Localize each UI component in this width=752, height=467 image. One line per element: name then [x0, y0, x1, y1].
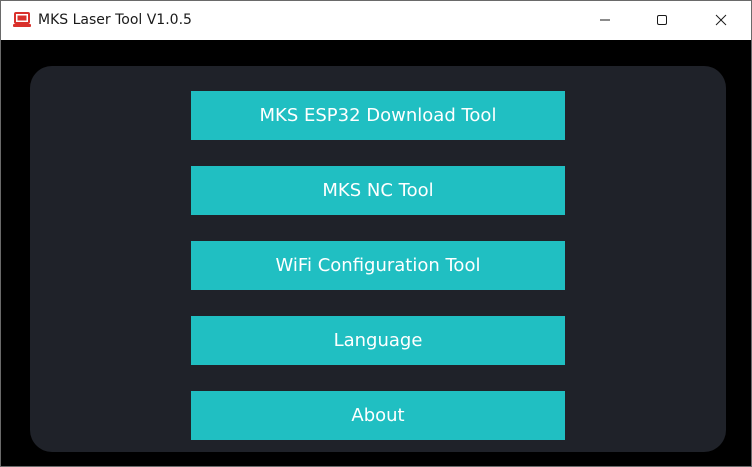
- minimize-icon: [599, 11, 611, 30]
- title-bar[interactable]: MKS Laser Tool V1.0.5: [1, 1, 751, 40]
- minimize-button[interactable]: [582, 1, 628, 40]
- nc-tool-button[interactable]: MKS NC Tool: [191, 166, 565, 215]
- about-button[interactable]: About: [191, 391, 565, 440]
- maximize-icon: [656, 11, 668, 30]
- wifi-configuration-tool-button[interactable]: WiFi Configuration Tool: [191, 241, 565, 290]
- language-button[interactable]: Language: [191, 316, 565, 365]
- esp32-download-tool-button[interactable]: MKS ESP32 Download Tool: [191, 91, 565, 140]
- close-icon: [715, 11, 727, 30]
- main-panel: MKS ESP32 Download Tool MKS NC Tool WiFi…: [30, 66, 726, 452]
- window-title: MKS Laser Tool V1.0.5: [38, 12, 192, 28]
- window-content: MKS ESP32 Download Tool MKS NC Tool WiFi…: [1, 40, 751, 466]
- laptop-icon: [13, 12, 31, 28]
- maximize-button[interactable]: [639, 1, 685, 40]
- app-window: MKS Laser Tool V1.0.5 MKS ESP32 Download…: [0, 0, 752, 467]
- close-button[interactable]: [698, 1, 744, 40]
